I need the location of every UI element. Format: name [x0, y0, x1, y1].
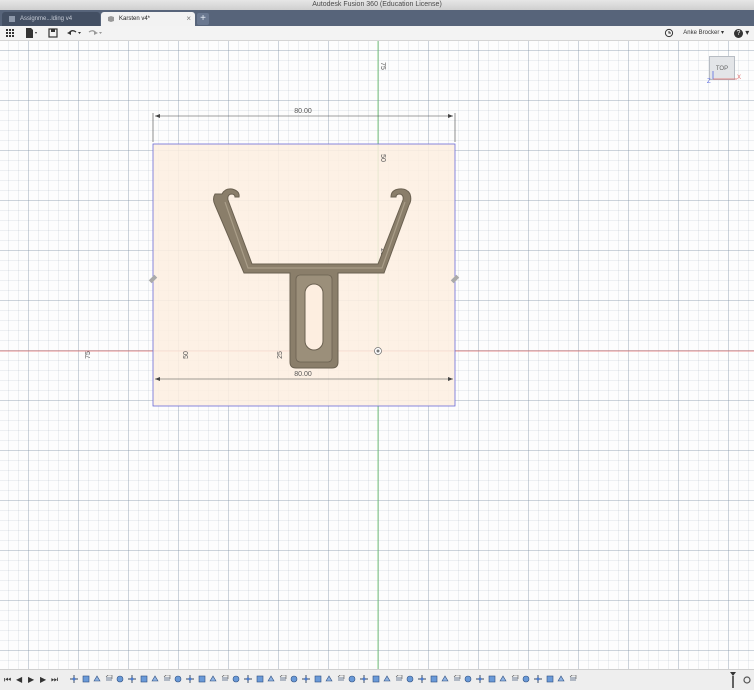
timeline-feature-icon[interactable]: [105, 675, 113, 683]
dimension-75-left[interactable]: 75: [85, 351, 92, 359]
timeline-feature-icon[interactable]: [325, 675, 333, 683]
timeline-feature-icon[interactable]: [453, 675, 461, 683]
timeline-feature-icon[interactable]: [476, 675, 484, 683]
step-forward-icon[interactable]: ▶: [40, 675, 46, 685]
document-icon: [9, 16, 15, 22]
timeline-feature-icon[interactable]: [464, 675, 472, 683]
timeline-feature-icon[interactable]: [372, 675, 380, 683]
timeline-feature-icon[interactable]: [499, 675, 507, 683]
tab-assignment[interactable]: Assignme...lding v4: [2, 12, 100, 26]
help-menu-button[interactable]: ? ▾: [734, 27, 752, 39]
top-width-dimension[interactable]: 80.00: [294, 108, 312, 115]
timeline-feature-icon[interactable]: [151, 675, 159, 683]
viewcube-z-axis-label: Z: [707, 79, 711, 85]
timeline-feature-icon[interactable]: [302, 675, 310, 683]
dimension-50-top[interactable]: 50: [379, 154, 386, 162]
redo-icon[interactable]: [86, 27, 102, 39]
apps-grid-icon[interactable]: [5, 27, 15, 39]
design-canvas[interactable]: 80.00 80.00 75 50 25 75 50 25 TOP X: [0, 41, 754, 669]
document-tab-bar: Assignme...lding v4 Karsten v4* × +: [0, 10, 754, 26]
tab-label: Assignme...lding v4: [20, 16, 73, 22]
timeline-feature-icon[interactable]: [337, 675, 345, 683]
timeline-feature-icon[interactable]: [256, 675, 264, 683]
tab-label: Karsten v4*: [119, 16, 151, 22]
job-status-clock-icon[interactable]: [664, 27, 674, 39]
file-menu-icon[interactable]: [25, 27, 39, 39]
timeline-feature-icon[interactable]: [511, 675, 519, 683]
bottom-width-dimension[interactable]: 80.00: [294, 371, 312, 378]
dimension-75-top[interactable]: 75: [379, 62, 386, 70]
window-title: Autodesk Fusion 360 (Education License): [312, 1, 442, 8]
sketch-viewport: 80.00 80.00 75 50 25 75 50 25: [0, 41, 754, 669]
timeline-feature-icon[interactable]: [163, 675, 171, 683]
timeline-feature-icon[interactable]: [174, 675, 182, 683]
dimension-25-left[interactable]: 25: [277, 351, 284, 359]
timeline-feature-icon[interactable]: [232, 675, 240, 683]
origin-point[interactable]: [374, 347, 382, 355]
timeline-feature-icon[interactable]: [406, 675, 414, 683]
timeline-feature-icon[interactable]: [383, 675, 391, 683]
timeline-feature-icon[interactable]: [140, 675, 148, 683]
help-icon: ?: [734, 29, 743, 38]
timeline-marker-icon[interactable]: [728, 671, 738, 689]
timeline-feature-icon[interactable]: [82, 675, 90, 683]
timeline-feature-icon[interactable]: [279, 675, 287, 683]
go-to-end-icon[interactable]: ⏭: [51, 675, 58, 685]
timeline-feature-icon[interactable]: [557, 675, 565, 683]
step-back-icon[interactable]: ◀: [16, 675, 22, 685]
timeline-feature-icon[interactable]: [209, 675, 217, 683]
user-account-menu[interactable]: Anke Brocker ▾: [683, 26, 724, 40]
timeline-settings-icon[interactable]: [742, 675, 752, 685]
timeline-feature-icon[interactable]: [360, 675, 368, 683]
timeline-feature-icon[interactable]: [128, 675, 136, 683]
timeline-feature-icon[interactable]: [186, 675, 194, 683]
timeline-feature-icon[interactable]: [534, 675, 542, 683]
timeline-feature-icon[interactable]: [441, 675, 449, 683]
timeline-feature-icon[interactable]: [546, 675, 554, 683]
timeline-feature-icon[interactable]: [221, 675, 229, 683]
timeline-feature-icon[interactable]: [430, 675, 438, 683]
tab-karsten[interactable]: Karsten v4* ×: [101, 12, 195, 26]
application-toolbar: Anke Brocker ▾ ? ▾: [0, 26, 754, 41]
design-icon: [108, 16, 114, 22]
dimension-50-left[interactable]: 50: [183, 351, 190, 359]
timeline-feature-icon[interactable]: [395, 675, 403, 683]
timeline-features: [68, 670, 728, 690]
viewcube-axis-triad: [712, 71, 737, 80]
timeline-feature-icon[interactable]: [116, 675, 124, 683]
timeline-feature-icon[interactable]: [348, 675, 356, 683]
timeline-feature-icon[interactable]: [418, 675, 426, 683]
timeline-feature-icon[interactable]: [314, 675, 322, 683]
timeline-feature-icon[interactable]: [70, 675, 78, 683]
play-icon[interactable]: ▶: [28, 675, 34, 685]
timeline-feature-icon[interactable]: [290, 675, 298, 683]
timeline-feature-icon[interactable]: [198, 675, 206, 683]
timeline-feature-icon[interactable]: [267, 675, 275, 683]
timeline-feature-icon[interactable]: [569, 675, 577, 683]
undo-icon[interactable]: [66, 27, 82, 39]
timeline-feature-icon[interactable]: [488, 675, 496, 683]
save-icon[interactable]: [48, 27, 58, 39]
timeline-feature-icon[interactable]: [244, 675, 252, 683]
new-tab-button[interactable]: +: [197, 13, 209, 25]
timeline-feature-icon[interactable]: [522, 675, 530, 683]
timeline-feature-icon[interactable]: [93, 675, 101, 683]
timeline-bar: ⏮ ◀ ▶ ▶ ⏭: [0, 669, 754, 690]
user-name: Anke Brocker: [683, 30, 720, 36]
close-icon[interactable]: ×: [186, 12, 191, 26]
go-to-start-icon[interactable]: ⏮: [4, 675, 11, 685]
